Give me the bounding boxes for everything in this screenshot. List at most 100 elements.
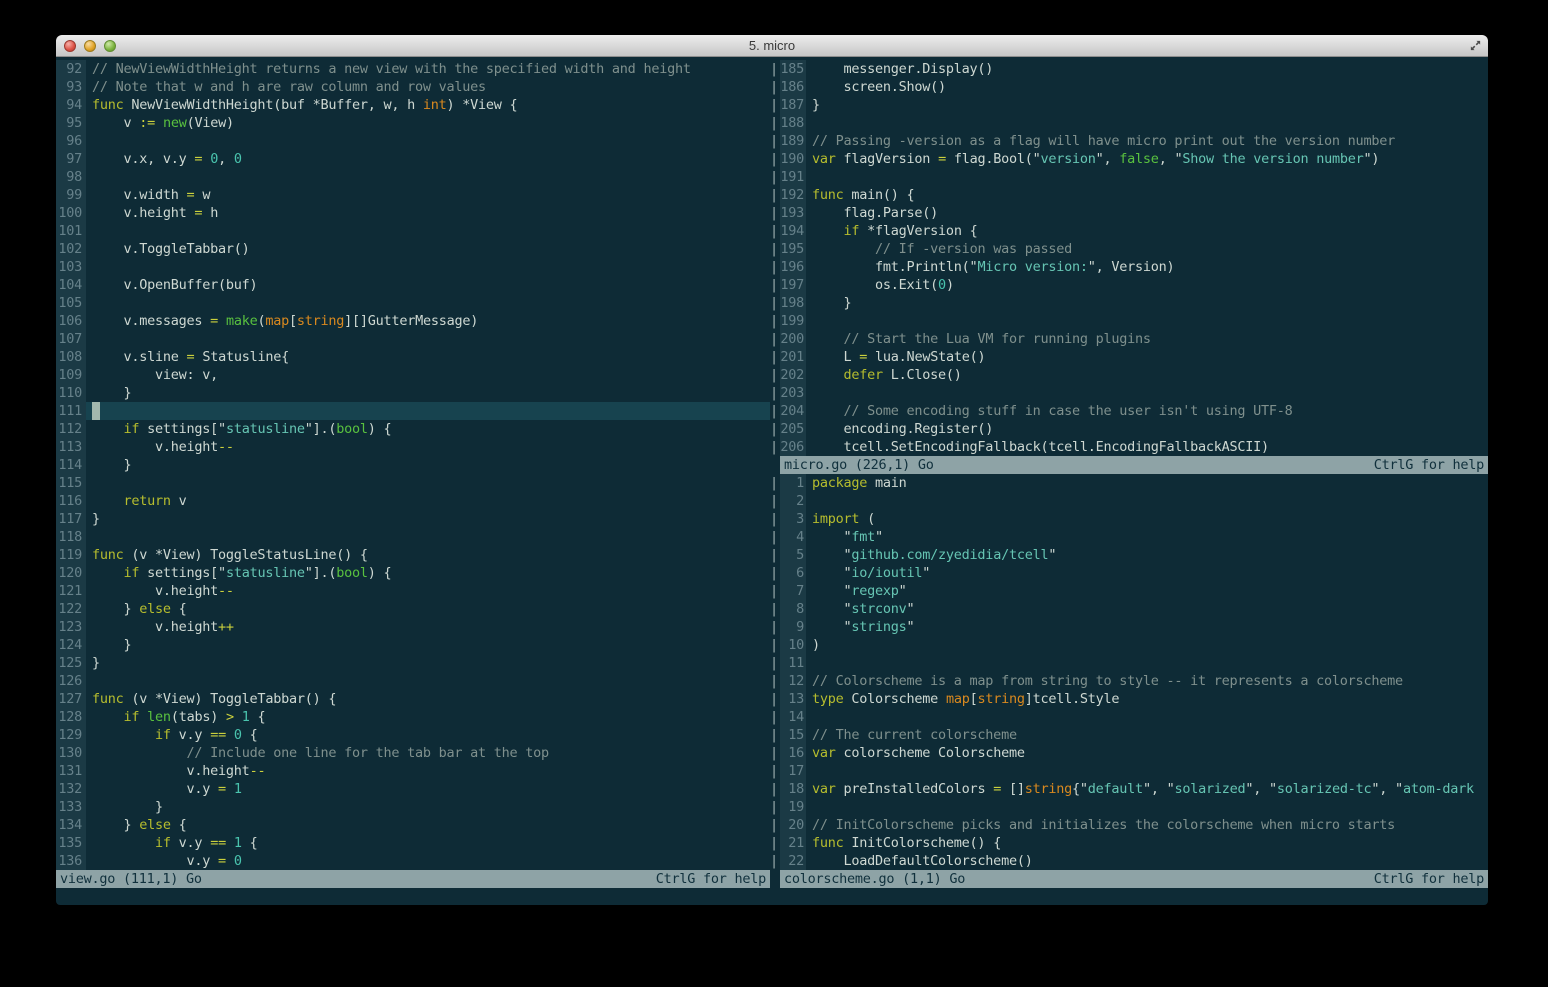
code-line-116[interactable]: 116 return v [56, 492, 770, 510]
code-line-190[interactable]: |190var flagVersion = flag.Bool("version… [770, 150, 1488, 168]
code-line-16[interactable]: |16var colorscheme Colorscheme [770, 744, 1488, 762]
code-line-7[interactable]: |7 "regexp" [770, 582, 1488, 600]
code-line-127[interactable]: 127func (v *View) ToggleTabbar() { [56, 690, 770, 708]
code-line-197[interactable]: |197 os.Exit(0) [770, 276, 1488, 294]
code-line-191[interactable]: |191 [770, 168, 1488, 186]
code-line-202[interactable]: |202 defer L.Close() [770, 366, 1488, 384]
fullscreen-icon[interactable] [1469, 39, 1482, 52]
code-line-126[interactable]: 126 [56, 672, 770, 690]
code-line-203[interactable]: |203 [770, 384, 1488, 402]
code-line-22[interactable]: |22 LoadDefaultColorscheme() [770, 852, 1488, 870]
code-line-133[interactable]: 133 } [56, 798, 770, 816]
code-line-105[interactable]: 105 [56, 294, 770, 312]
code-line-196[interactable]: |196 fmt.Println("Micro version:", Versi… [770, 258, 1488, 276]
code-line-15[interactable]: |15// The current colorscheme [770, 726, 1488, 744]
code-line-120[interactable]: 120 if settings["statusline"].(bool) { [56, 564, 770, 582]
code-line-125[interactable]: 125} [56, 654, 770, 672]
code-line-131[interactable]: 131 v.height-- [56, 762, 770, 780]
code-line-11[interactable]: |11 [770, 654, 1488, 672]
code-line-188[interactable]: |188 [770, 114, 1488, 132]
code-line-122[interactable]: 122 } else { [56, 600, 770, 618]
code-line-185[interactable]: |185 messenger.Display() [770, 60, 1488, 78]
code-line-106[interactable]: 106 v.messages = make(map[string][]Gutte… [56, 312, 770, 330]
code-line-3[interactable]: |3import ( [770, 510, 1488, 528]
code-line-17[interactable]: |17 [770, 762, 1488, 780]
code-line-110[interactable]: 110 } [56, 384, 770, 402]
code-line-135[interactable]: 135 if v.y == 1 { [56, 834, 770, 852]
code-line-123[interactable]: 123 v.height++ [56, 618, 770, 636]
code-line-113[interactable]: 113 v.height-- [56, 438, 770, 456]
code-line-187[interactable]: |187} [770, 96, 1488, 114]
code-line-107[interactable]: 107 [56, 330, 770, 348]
code-line-206[interactable]: |206 tcell.SetEncodingFallback(tcell.Enc… [770, 438, 1488, 456]
code-line-101[interactable]: 101 [56, 222, 770, 240]
code-line-186[interactable]: |186 screen.Show() [770, 78, 1488, 96]
code-line-199[interactable]: |199 [770, 312, 1488, 330]
code-line-198[interactable]: |198 } [770, 294, 1488, 312]
code-line-119[interactable]: 119func (v *View) ToggleStatusLine() { [56, 546, 770, 564]
code-line-4[interactable]: |4 "fmt" [770, 528, 1488, 546]
code-line-117[interactable]: 117} [56, 510, 770, 528]
pane-divider: | [770, 204, 780, 222]
code-line-104[interactable]: 104 v.OpenBuffer(buf) [56, 276, 770, 294]
code-line-93[interactable]: 93// Note that w and h are raw column an… [56, 78, 770, 96]
code-line-129[interactable]: 129 if v.y == 0 { [56, 726, 770, 744]
code-text: func (v *View) ToggleStatusLine() { [86, 546, 770, 564]
code-line-124[interactable]: 124 } [56, 636, 770, 654]
code-line-128[interactable]: 128 if len(tabs) > 1 { [56, 708, 770, 726]
code-line-96[interactable]: 96 [56, 132, 770, 150]
code-line-189[interactable]: |189// Passing -version as a flag will h… [770, 132, 1488, 150]
code-line-103[interactable]: 103 [56, 258, 770, 276]
pane-divider: | [770, 654, 780, 672]
code-line-19[interactable]: |19 [770, 798, 1488, 816]
code-line-13[interactable]: |13type Colorscheme map[string]tcell.Sty… [770, 690, 1488, 708]
pane-divider: | [770, 546, 780, 564]
line-number: 20 [780, 816, 806, 834]
code-line-118[interactable]: 118 [56, 528, 770, 546]
code-line-14[interactable]: |14 [770, 708, 1488, 726]
code-line-94[interactable]: 94func NewViewWidthHeight(buf *Buffer, w… [56, 96, 770, 114]
code-line-100[interactable]: 100 v.height = h [56, 204, 770, 222]
code-line-201[interactable]: |201 L = lua.NewState() [770, 348, 1488, 366]
code-line-109[interactable]: 109 view: v, [56, 366, 770, 384]
code-line-12[interactable]: |12// Colorscheme is a map from string t… [770, 672, 1488, 690]
code-line-92[interactable]: 92// NewViewWidthHeight returns a new vi… [56, 60, 770, 78]
code-line-8[interactable]: |8 "strconv" [770, 600, 1488, 618]
code-line-200[interactable]: |200 // Start the Lua VM for running plu… [770, 330, 1488, 348]
code-text: func NewViewWidthHeight(buf *Buffer, w, … [86, 96, 770, 114]
code-line-102[interactable]: 102 v.ToggleTabbar() [56, 240, 770, 258]
code-line-108[interactable]: 108 v.sline = Statusline{ [56, 348, 770, 366]
code-line-18[interactable]: |18var preInstalledColors = []string{"de… [770, 780, 1488, 798]
code-line-20[interactable]: |20// InitColorscheme picks and initiali… [770, 816, 1488, 834]
code-line-204[interactable]: |204 // Some encoding stuff in case the … [770, 402, 1488, 420]
code-line-98[interactable]: 98 [56, 168, 770, 186]
code-line-99[interactable]: 99 v.width = w [56, 186, 770, 204]
code-line-130[interactable]: 130 // Include one line for the tab bar … [56, 744, 770, 762]
code-line-192[interactable]: |192func main() { [770, 186, 1488, 204]
code-line-193[interactable]: |193 flag.Parse() [770, 204, 1488, 222]
code-line-95[interactable]: 95 v := new(View) [56, 114, 770, 132]
line-number: 99 [56, 186, 86, 204]
code-line-10[interactable]: |10) [770, 636, 1488, 654]
code-line-134[interactable]: 134 } else { [56, 816, 770, 834]
line-number: 101 [56, 222, 86, 240]
code-line-195[interactable]: |195 // If -version was passed [770, 240, 1488, 258]
code-line-136[interactable]: 136 v.y = 0 [56, 852, 770, 870]
code-line-1[interactable]: |1package main [770, 474, 1488, 492]
code-line-121[interactable]: 121 v.height-- [56, 582, 770, 600]
titlebar[interactable]: 5. micro [56, 35, 1488, 57]
code-line-112[interactable]: 112 if settings["statusline"].(bool) { [56, 420, 770, 438]
code-line-194[interactable]: |194 if *flagVersion { [770, 222, 1488, 240]
code-line-97[interactable]: 97 v.x, v.y = 0, 0 [56, 150, 770, 168]
code-line-132[interactable]: 132 v.y = 1 [56, 780, 770, 798]
code-line-2[interactable]: |2 [770, 492, 1488, 510]
code-line-111[interactable]: 111 [56, 402, 770, 420]
code-line-205[interactable]: |205 encoding.Register() [770, 420, 1488, 438]
code-line-5[interactable]: |5 "github.com/zyedidia/tcell" [770, 546, 1488, 564]
code-line-9[interactable]: |9 "strings" [770, 618, 1488, 636]
code-text: fmt.Println("Micro version:", Version) [806, 258, 1488, 276]
code-line-114[interactable]: 114 } [56, 456, 770, 474]
code-line-6[interactable]: |6 "io/ioutil" [770, 564, 1488, 582]
code-line-115[interactable]: 115 [56, 474, 770, 492]
code-line-21[interactable]: |21func InitColorscheme() { [770, 834, 1488, 852]
